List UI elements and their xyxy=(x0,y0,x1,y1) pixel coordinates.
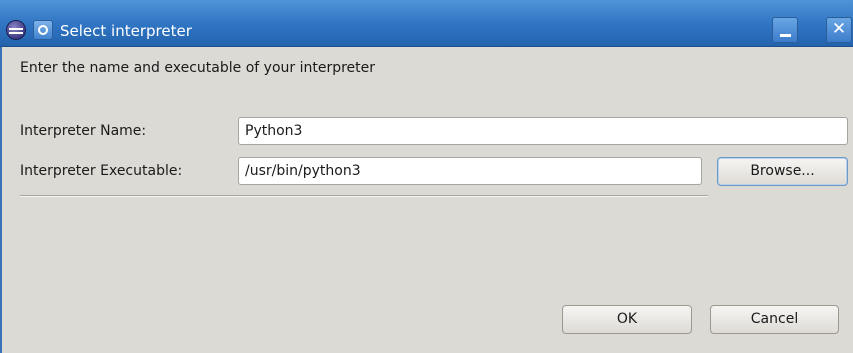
minimize-button[interactable] xyxy=(772,17,798,43)
dialog-description: Enter the name and executable of your in… xyxy=(20,60,376,76)
interpreter-executable-input[interactable] xyxy=(238,157,702,185)
close-button[interactable]: ✕ xyxy=(826,17,852,43)
window-title: Select interpreter xyxy=(60,22,192,40)
window-menu-icon[interactable] xyxy=(33,20,53,40)
window-border xyxy=(0,47,2,353)
eclipse-logo-icon[interactable] xyxy=(7,21,25,39)
close-icon: ✕ xyxy=(831,19,847,39)
title-bar[interactable]: Select interpreter ✕ xyxy=(0,0,853,47)
browse-button[interactable]: Browse... xyxy=(717,157,848,186)
interpreter-executable-label: Interpreter Executable: xyxy=(20,163,183,179)
interpreter-name-input[interactable] xyxy=(238,117,848,145)
interpreter-name-label: Interpreter Name: xyxy=(20,123,147,139)
minimize-icon xyxy=(780,34,791,37)
cancel-button[interactable]: Cancel xyxy=(710,305,839,334)
separator xyxy=(20,195,708,197)
ok-button[interactable]: OK xyxy=(562,305,692,334)
